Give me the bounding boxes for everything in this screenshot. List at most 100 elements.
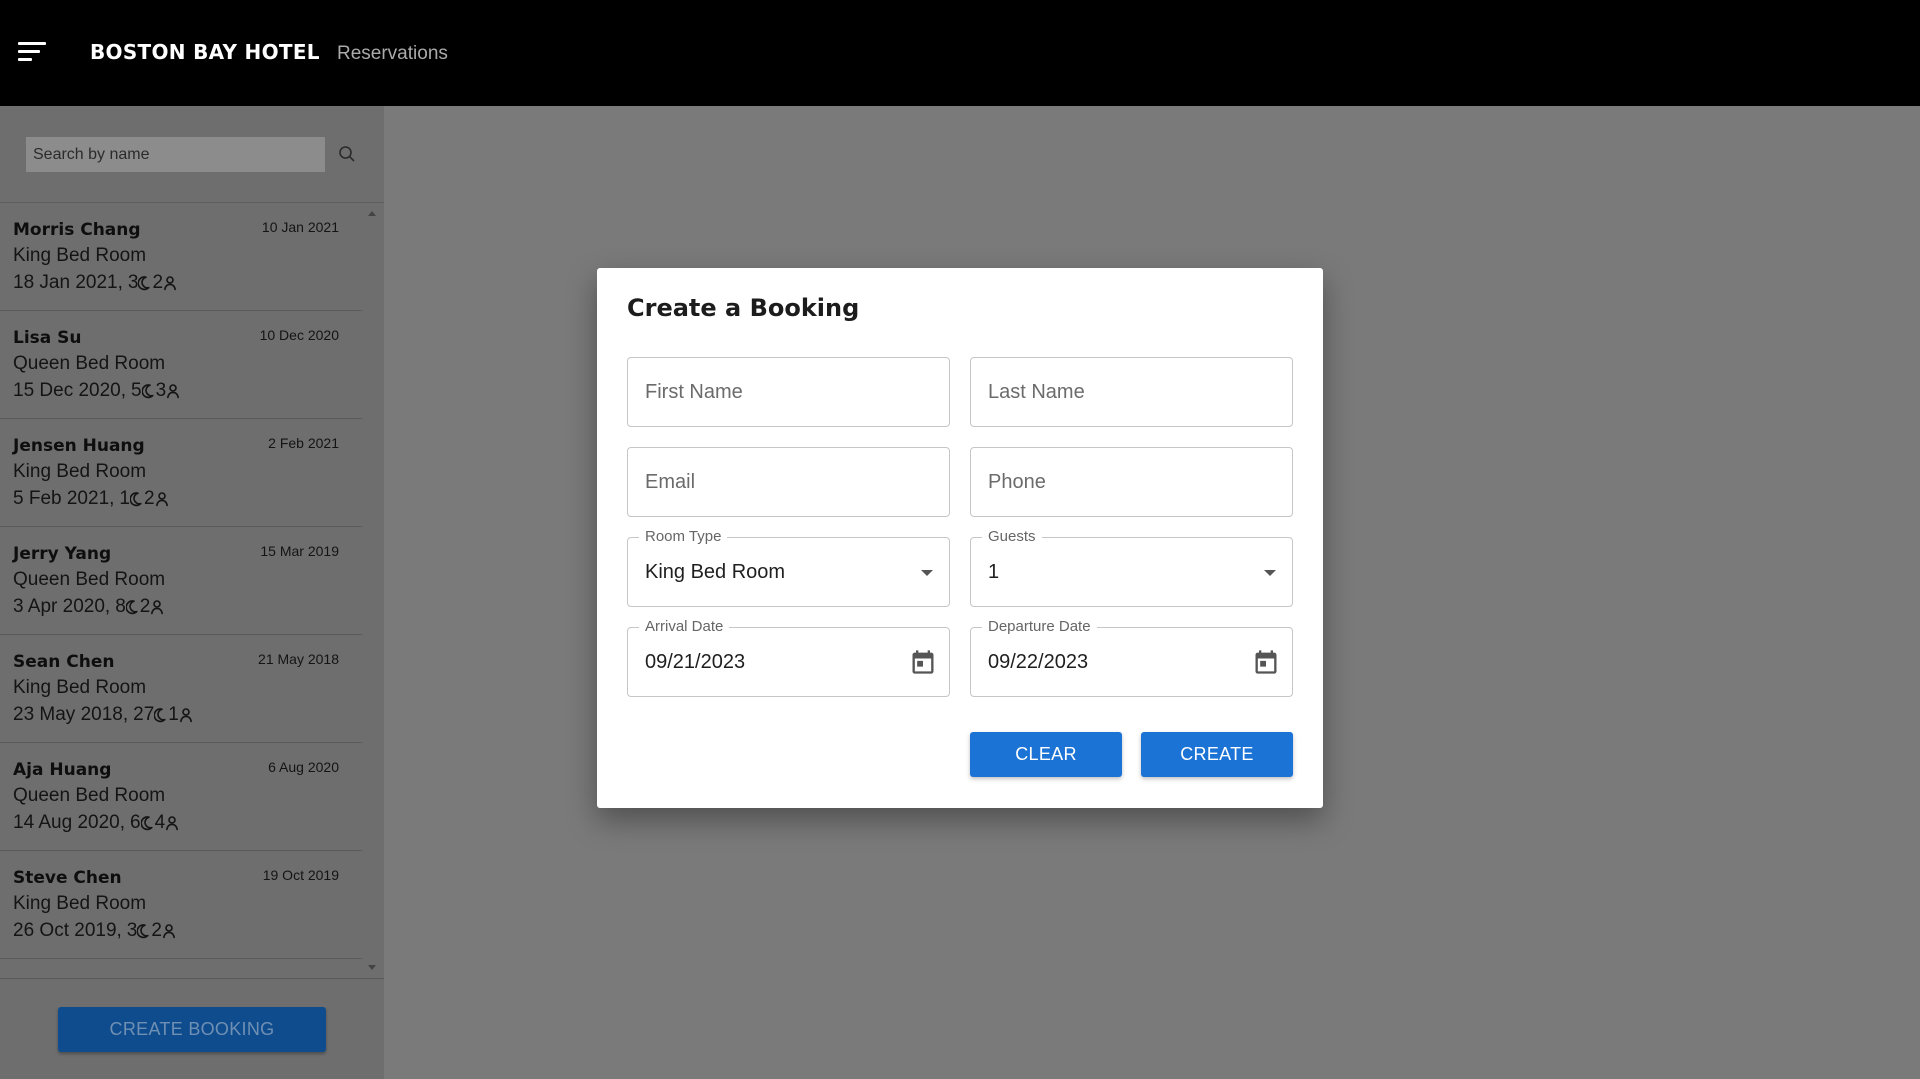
room-type: King Bed Room bbox=[13, 245, 147, 266]
email-input[interactable] bbox=[628, 448, 949, 516]
room-type: King Bed Room bbox=[13, 677, 147, 698]
nights-count: 3 bbox=[127, 272, 139, 293]
guest-name: Aja Huang bbox=[13, 760, 112, 780]
booking-list-item[interactable]: Steve Chen 19 Oct 2019 King Bed Room 26 Oct… bbox=[0, 851, 362, 959]
first-name-input[interactable] bbox=[628, 358, 949, 426]
last-name-input[interactable] bbox=[971, 358, 1292, 426]
app-header: BOSTON BAY HOTEL Reservations bbox=[0, 0, 1920, 106]
room-type: King Bed Room bbox=[13, 461, 147, 482]
calendar-icon[interactable] bbox=[1252, 648, 1280, 676]
dropdown-arrow-icon bbox=[921, 570, 933, 576]
guests-count: 2 bbox=[144, 488, 155, 509]
guests-person-icon bbox=[155, 492, 168, 507]
departure-date-value: 09/22/2023 bbox=[988, 651, 1089, 673]
arrival-date: 3 Apr 2020, bbox=[13, 596, 111, 617]
guest-name: Steve Chen bbox=[13, 868, 122, 888]
guest-name: Sean Chen bbox=[13, 652, 115, 672]
sidebar-footer: CREATE BOOKING bbox=[0, 978, 384, 1079]
arrival-date-field[interactable]: Arrival Date 09/21/2023 bbox=[627, 618, 950, 697]
guests-count: 4 bbox=[154, 812, 166, 833]
nights-moon-icon bbox=[154, 708, 166, 723]
guests-count: 2 bbox=[152, 272, 164, 293]
arrival-date: 26 Oct 2019, bbox=[13, 920, 122, 941]
guests-person-icon bbox=[179, 708, 192, 723]
guests-person-icon bbox=[162, 924, 175, 939]
hotel-brand: BOSTON BAY HOTEL bbox=[90, 40, 320, 64]
guests-select[interactable]: Guests 1 bbox=[970, 528, 1293, 607]
room-type: Queen Bed Room bbox=[13, 569, 166, 590]
nights-count: 27 bbox=[133, 704, 155, 725]
booked-date: 21 May 2018 bbox=[258, 651, 339, 667]
guests-value: 1 bbox=[988, 561, 1000, 583]
arrival-date: 18 Jan 2021, bbox=[13, 272, 123, 293]
clear-button[interactable]: CLEAR bbox=[970, 732, 1122, 777]
guest-name: Jerry Yang bbox=[13, 544, 112, 564]
room-type: Queen Bed Room bbox=[13, 353, 166, 374]
booking-list-item[interactable]: Lisa Su 10 Dec 2020 Queen Bed Room 15 Dec 2… bbox=[0, 311, 362, 419]
departure-date-field[interactable]: Departure Date 09/22/2023 bbox=[970, 618, 1293, 697]
dropdown-arrow-icon bbox=[1264, 570, 1276, 576]
booked-date: 6 Aug 2020 bbox=[268, 759, 339, 775]
guest-name: Jensen Huang bbox=[13, 436, 145, 456]
stay-summary: 5 Feb 2021, 1 2 bbox=[13, 488, 169, 510]
room-type-value: King Bed Room bbox=[645, 561, 786, 583]
nights-count: 3 bbox=[126, 920, 138, 941]
menu-icon[interactable] bbox=[18, 42, 46, 62]
arrival-date: 15 Dec 2020, bbox=[13, 380, 127, 401]
booked-date: 2 Feb 2021 bbox=[268, 435, 339, 451]
create-booking-dialog: Create a Booking Room Type King Bed Room… bbox=[597, 268, 1323, 808]
phone-field bbox=[970, 447, 1293, 517]
create-button[interactable]: CREATE bbox=[1141, 732, 1293, 777]
nights-moon-icon bbox=[138, 276, 151, 291]
room-type: King Bed Room bbox=[13, 893, 147, 914]
guests-person-icon bbox=[151, 600, 164, 615]
booking-list-item[interactable]: Aja Huang 6 Aug 2020 Queen Bed Room 14 Aug … bbox=[0, 743, 362, 851]
guest-name: Morris Chang bbox=[13, 220, 141, 240]
nights-count: 1 bbox=[119, 488, 130, 509]
scroll-up-arrow-icon[interactable] bbox=[368, 211, 376, 216]
create-booking-button[interactable]: CREATE BOOKING bbox=[58, 1007, 326, 1052]
room-type: Queen Bed Room bbox=[13, 785, 166, 806]
search-input[interactable] bbox=[26, 137, 325, 172]
stay-summary: 14 Aug 2020, 6 4 bbox=[13, 812, 179, 834]
booking-list: Morris Chang 10 Jan 2021 King Bed Room 18 J… bbox=[0, 203, 362, 978]
arrival-date: 14 Aug 2020, bbox=[13, 812, 125, 833]
guests-label: Guests bbox=[982, 528, 1042, 546]
room-type-label: Room Type bbox=[639, 528, 728, 546]
bookings-sidebar: Morris Chang10 Jan 2021King Bed Room18 J… bbox=[0, 106, 384, 1079]
nights-moon-icon bbox=[137, 924, 149, 939]
room-type-select[interactable]: Room Type King Bed Room bbox=[627, 528, 950, 607]
nights-count: 5 bbox=[131, 380, 142, 401]
guests-count: 1 bbox=[168, 704, 179, 725]
nights-count: 8 bbox=[115, 596, 126, 617]
guests-person-icon bbox=[167, 384, 180, 399]
list-scrollbar[interactable] bbox=[362, 203, 384, 978]
booking-list-item[interactable]: Jensen Huang 2 Feb 2021 King Bed Room 5 Feb… bbox=[0, 419, 362, 527]
stay-summary: 15 Dec 2020, 5 3 bbox=[13, 380, 180, 402]
last-name-field bbox=[970, 357, 1293, 427]
nights-moon-icon bbox=[125, 600, 138, 615]
booking-list-item[interactable]: Morris Chang 10 Jan 2021 King Bed Room 18 J… bbox=[0, 203, 362, 311]
guest-name: Lisa Su bbox=[13, 328, 82, 348]
calendar-icon[interactable] bbox=[909, 648, 937, 676]
stay-summary: 26 Oct 2019, 3 2 bbox=[13, 920, 176, 942]
nights-moon-icon bbox=[140, 816, 153, 831]
nights-moon-icon bbox=[141, 384, 154, 399]
page-section-title: Reservations bbox=[337, 43, 448, 64]
stay-summary: 23 May 2018, 27 1 bbox=[13, 704, 193, 726]
arrival-date-label: Arrival Date bbox=[639, 618, 730, 636]
scroll-down-arrow-icon[interactable] bbox=[368, 965, 376, 970]
stay-summary: 18 Jan 2021, 3 2 bbox=[13, 272, 177, 294]
email-field bbox=[627, 447, 950, 517]
phone-input[interactable] bbox=[971, 448, 1292, 516]
arrival-date: 23 May 2018, bbox=[13, 704, 129, 725]
search-icon[interactable] bbox=[337, 144, 357, 164]
guests-count: 2 bbox=[151, 920, 162, 941]
booking-list-item[interactable]: Jerry Yang 15 Mar 2019 Queen Bed Room 3 Apr… bbox=[0, 527, 362, 635]
booked-date: 10 Dec 2020 bbox=[259, 327, 339, 343]
arrival-date: 5 Feb 2021, bbox=[13, 488, 115, 509]
booked-date: 19 Oct 2019 bbox=[262, 867, 339, 883]
guests-person-icon bbox=[164, 276, 177, 291]
booking-list-item[interactable]: Sean Chen 21 May 2018 King Bed Room 23 May … bbox=[0, 635, 362, 743]
guests-person-icon bbox=[166, 816, 179, 831]
